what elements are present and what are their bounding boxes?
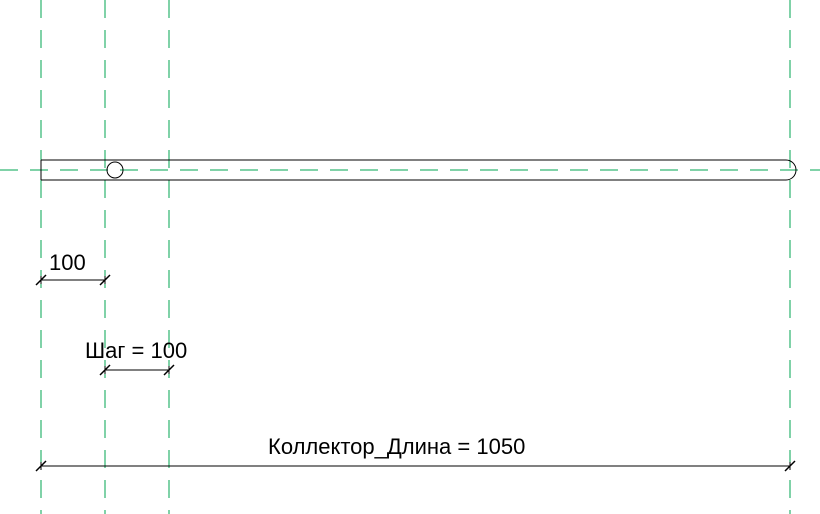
dimension-step-label: Шаг = 100 (85, 338, 187, 363)
dimension-step: Шаг = 100 (85, 338, 187, 375)
dimension-offset-label: 100 (49, 250, 86, 275)
dimension-offset: 100 (36, 250, 110, 285)
dimension-length-label: Коллектор_Длина = 1050 (268, 434, 525, 459)
drawing-canvas: 100 Шаг = 100 Коллектор_Длина = 1050 (0, 0, 820, 514)
dimension-length: Коллектор_Длина = 1050 (36, 434, 795, 471)
